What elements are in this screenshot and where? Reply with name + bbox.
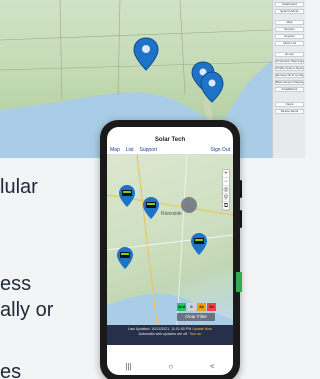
sidebar-item[interactable]: Dashboard bbox=[275, 2, 304, 7]
map-pin-1[interactable] bbox=[133, 37, 159, 71]
app-title: Solar Tech bbox=[154, 137, 186, 143]
phone-pin-2[interactable] bbox=[143, 197, 159, 219]
sidebar-item[interactable]: Beta Account Status bbox=[275, 80, 304, 85]
sidebar-item[interactable]: Production Warnings bbox=[275, 59, 304, 64]
zoom-in-button[interactable]: + bbox=[223, 170, 229, 178]
phone-power-button bbox=[240, 210, 242, 228]
phone-pin-1[interactable] bbox=[119, 185, 135, 207]
phone-device: Solar Tech Map List Support Sign Out Riv… bbox=[100, 120, 242, 379]
app-navbar: Map List Support Sign Out bbox=[107, 145, 233, 155]
recents-icon[interactable]: ||| bbox=[125, 362, 131, 371]
update-now-link[interactable]: Update Now bbox=[192, 327, 212, 331]
zoom-out-button[interactable]: − bbox=[223, 178, 229, 186]
sidebar-separator bbox=[273, 46, 305, 50]
phone-pin-3[interactable] bbox=[191, 233, 207, 255]
phone-screen: Solar Tech Map List Support Sign Out Riv… bbox=[107, 127, 233, 375]
nav-list[interactable]: List bbox=[126, 147, 134, 153]
footer-updated: Last Updated: 10/11/2021, 11:01:00 PM bbox=[128, 327, 192, 331]
sidebar-item[interactable]: Users bbox=[275, 102, 304, 107]
sidebar-item[interactable]: Exports bbox=[275, 34, 304, 39]
sidebar-item[interactable]: Reports bbox=[275, 27, 304, 32]
nav-map[interactable]: Map bbox=[110, 147, 120, 153]
back-icon[interactable]: < bbox=[210, 362, 215, 371]
slide-text-4: es bbox=[0, 361, 22, 379]
legend-red[interactable]: 1h bbox=[207, 303, 216, 311]
legend-green[interactable]: 2nd bbox=[177, 303, 186, 311]
phone-volume-button bbox=[240, 180, 242, 198]
phone-map[interactable]: Riverside + − ◎ ⚲ ⧉ 2nd 0 2k 1h Clear Fi… bbox=[107, 155, 233, 325]
app-footer: Last Updated: 10/11/2021, 11:01:00 PM Up… bbox=[107, 325, 233, 345]
locate-button[interactable]: ◎ bbox=[223, 186, 229, 194]
sidebar-item[interactable]: Profile System Report bbox=[275, 66, 304, 71]
phone-map-graphic: Riverside bbox=[107, 155, 233, 325]
turn-on-link[interactable]: Turn on bbox=[189, 332, 201, 336]
android-nav-bar: ||| ○ < bbox=[107, 357, 233, 375]
sidebar-item[interactable]: Remote Wi-Fi Config bbox=[275, 73, 304, 78]
legend-gray[interactable]: 0 bbox=[187, 303, 196, 311]
city-label: Riverside bbox=[161, 211, 182, 217]
status-bar bbox=[107, 127, 233, 136]
sidebar-separator bbox=[273, 96, 305, 100]
phone-pin-4[interactable] bbox=[117, 247, 133, 269]
layers-button[interactable]: ⧉ bbox=[223, 202, 229, 210]
slide-text-2: ess bbox=[0, 273, 32, 295]
nav-signout[interactable]: Sign Out bbox=[211, 147, 230, 153]
home-icon[interactable]: ○ bbox=[168, 362, 173, 371]
desktop-sidebar: Dashboard Search Admin Map Reports Exports Al… bbox=[272, 0, 305, 158]
screenshot-stage: Dashboard Search Admin Map Reports Exports Al… bbox=[0, 0, 305, 379]
slide-text-3: ally or bbox=[0, 299, 54, 321]
nav-support[interactable]: Support bbox=[140, 147, 158, 153]
sidebar-item[interactable]: Device Alerts bbox=[275, 109, 304, 114]
clear-filter-button[interactable]: Clear Filter bbox=[177, 313, 215, 321]
slide-text-1: lular bbox=[0, 176, 38, 198]
map-pin-3[interactable] bbox=[200, 71, 224, 103]
sidebar-separator bbox=[273, 14, 305, 18]
pin-tool-button[interactable]: ⚲ bbox=[223, 194, 229, 202]
sidebar-item[interactable]: Map bbox=[275, 20, 304, 25]
map-controls: + − ◎ ⚲ ⧉ bbox=[222, 169, 230, 211]
green-edge-tab bbox=[236, 272, 242, 292]
footer-auto-updates: Automatic web updates are off. bbox=[138, 332, 189, 336]
status-legend: 2nd 0 2k 1h bbox=[177, 303, 216, 311]
sidebar-item[interactable]: Hi-Lite bbox=[275, 52, 304, 57]
legend-orange[interactable]: 2k bbox=[197, 303, 206, 311]
